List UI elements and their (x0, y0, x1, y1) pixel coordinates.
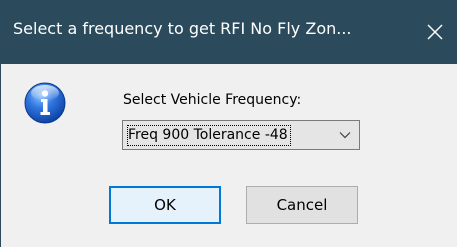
dialog-window: Select a frequency to get RFI No Fly Zon… (0, 0, 457, 247)
title-bar[interactable]: Select a frequency to get RFI No Fly Zon… (1, 0, 457, 64)
selected-frequency: Freq 900 Tolerance -48 (127, 125, 291, 146)
ok-button[interactable]: OK (109, 186, 221, 224)
vehicle-frequency-select[interactable]: Freq 900 Tolerance -48 (122, 120, 360, 150)
info-icon (24, 82, 66, 124)
cancel-button[interactable]: Cancel (246, 186, 358, 224)
dialog-body: Select Vehicle Frequency: Freq 900 Toler… (1, 64, 457, 247)
frequency-prompt-label: Select Vehicle Frequency: (123, 92, 302, 108)
chevron-down-icon (339, 132, 351, 139)
dialog-title: Select a frequency to get RFI No Fly Zon… (13, 19, 352, 38)
close-icon (427, 24, 443, 40)
close-button[interactable] (412, 0, 457, 64)
